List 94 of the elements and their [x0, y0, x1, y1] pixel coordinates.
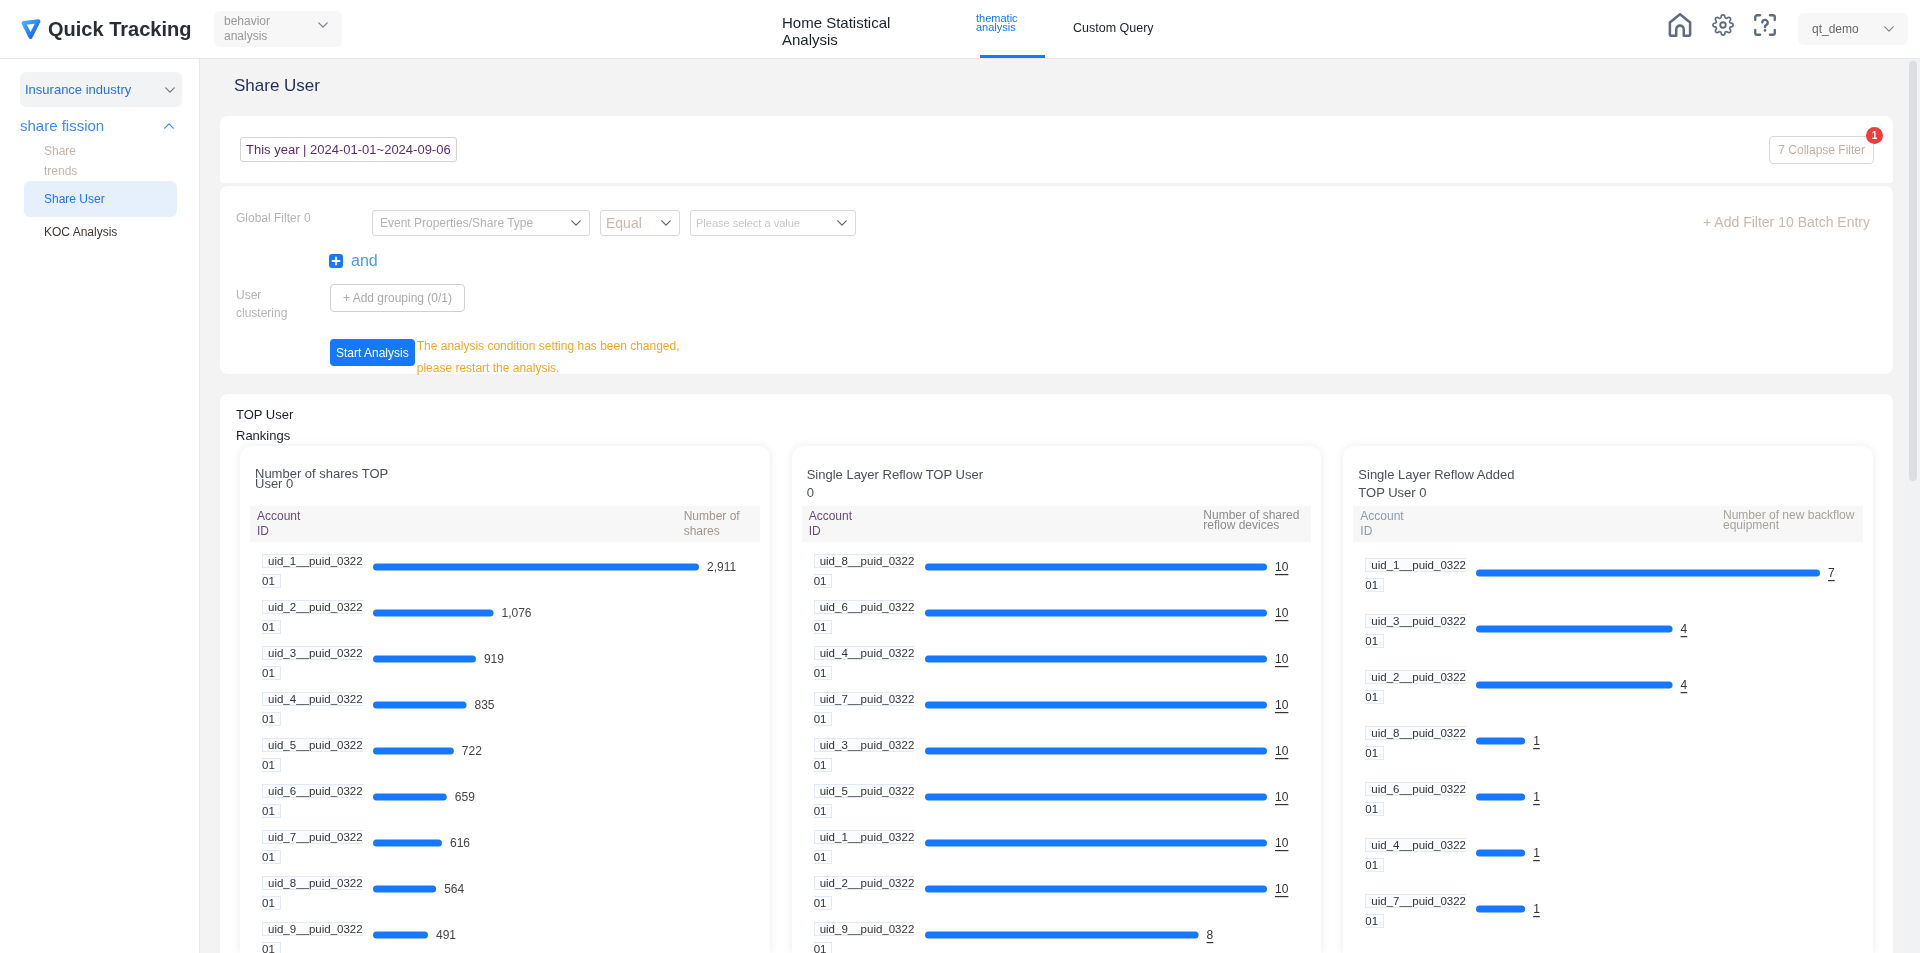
column-header: Number of new backflow equipment — [1723, 510, 1855, 530]
ranking-bar — [1476, 793, 1526, 801]
count-badge: 1 — [1866, 126, 1883, 144]
value-link[interactable]: 10 — [1274, 606, 1288, 620]
ranking-bar — [1476, 849, 1526, 857]
value-label: 2,911 — [707, 560, 737, 574]
account-id-tag: uid_7__puid_032201 — [1365, 891, 1469, 931]
value-label: 722 — [461, 744, 482, 758]
sidebar-item[interactable]: Share User — [24, 181, 177, 217]
plus-icon[interactable] — [329, 254, 343, 268]
date-range-field[interactable]: This year | 2024-01-01~2024-09-06 — [240, 137, 457, 162]
warning-text: The analysis condition setting has been changed, please restart the analysis. — [416, 338, 681, 377]
value-label: 616 — [450, 836, 470, 850]
account-id-tag: uid_3__puid_032201 — [262, 643, 365, 683]
account-id-tag: uid_4__puid_032201 — [1365, 835, 1469, 875]
value-link[interactable]: 10 — [1274, 836, 1288, 850]
account-id-tag: uid_4__puid_032201 — [262, 689, 365, 729]
chevron-up-icon — [164, 123, 174, 129]
account-id-tag: uid_8__puid_032201 — [1365, 723, 1469, 763]
value-link[interactable]: 7 — [1828, 566, 1835, 580]
user-menu[interactable]: qt_demo — [1798, 13, 1908, 45]
question-frame-icon[interactable] — [1754, 14, 1776, 36]
page-title: Share User — [233, 75, 321, 97]
value-label: 1,076 — [501, 606, 532, 620]
logo-icon — [20, 18, 42, 40]
account-id-tag: uid_2__puid_032201 — [262, 597, 365, 637]
industry-select[interactable]: Insurance industry — [20, 72, 182, 107]
account-id-tag: uid_1__puid_032201 — [813, 827, 917, 867]
account-id-tag: uid_7__puid_032201 — [813, 689, 917, 729]
card-title: Single Layer Reflow TOP User 0 — [806, 466, 984, 502]
chevron-down-icon — [571, 220, 581, 226]
column-header: Account ID — [257, 509, 302, 539]
column-header: Number of shares — [683, 509, 741, 539]
account-id-tag: uid_2__puid_032201 — [1365, 667, 1469, 707]
card-title: Number of shares TOP User 0 — [255, 466, 389, 489]
ranking-bar — [373, 931, 428, 939]
value-link[interactable]: 4 — [1680, 622, 1688, 636]
account-id-tag: uid_5__puid_032201 — [813, 781, 917, 821]
value-link[interactable]: 10 — [1274, 790, 1288, 804]
value-link[interactable]: 8 — [1206, 928, 1213, 942]
chevron-down-icon — [837, 220, 847, 226]
ranking-bar — [1476, 905, 1526, 913]
chevron-down-icon — [1884, 26, 1894, 32]
value-link[interactable]: 1 — [1533, 790, 1541, 804]
filter-label: Global Filter 0 — [236, 210, 312, 226]
chevron-down-icon — [318, 22, 328, 28]
section-title: TOP User Rankings — [236, 406, 295, 445]
column-header: Number of shared reflow devices — [1203, 510, 1301, 530]
value-label: 491 — [436, 928, 456, 942]
ranking-bar — [373, 839, 442, 847]
account-id-tag: uid_8__puid_032201 — [813, 551, 917, 591]
value-link[interactable]: 10 — [1274, 744, 1288, 758]
account-id-tag: uid_7__puid_032201 — [262, 827, 365, 867]
value-label: 919 — [483, 652, 504, 666]
nav-tab[interactable]: Home Statistical Analysis — [782, 0, 907, 58]
logo-text: Quick Tracking — [48, 17, 192, 42]
account-id-tag: uid_3__puid_032201 — [813, 735, 917, 775]
settings-icon[interactable] — [1712, 14, 1734, 36]
account-id-tag: uid_6__puid_032201 — [262, 781, 365, 821]
account-id-tag: uid_5__puid_032201 — [262, 735, 365, 775]
value-link[interactable]: 1 — [1533, 734, 1541, 748]
account-id-tag: uid_6__puid_032201 — [1365, 779, 1469, 819]
value-link[interactable]: 10 — [1274, 652, 1288, 666]
account-id-tag: uid_9__puid_032201 — [262, 919, 365, 953]
ranking-bar — [1476, 737, 1526, 745]
account-id-tag: uid_4__puid_032201 — [813, 643, 917, 683]
value-link[interactable]: 1 — [1533, 902, 1541, 916]
value-link[interactable]: 10 — [1274, 560, 1288, 574]
ranking-bar — [373, 885, 437, 893]
column-header: Account ID — [808, 509, 853, 539]
card-title: Single Layer Reflow Added TOP User 0 — [1358, 466, 1516, 502]
nav-tab[interactable]: Custom Query — [1073, 0, 1154, 58]
start-analysis-button[interactable]: Start Analysis — [330, 339, 415, 366]
account-id-tag: uid_6__puid_032201 — [813, 597, 917, 637]
account-id-tag: uid_3__puid_032201 — [1365, 611, 1469, 651]
account-id-tag: uid_8__puid_032201 — [262, 873, 365, 913]
chevron-down-icon — [165, 86, 175, 93]
value-label: 564 — [444, 882, 465, 896]
value-link[interactable]: 10 — [1274, 698, 1288, 712]
sidebar-item[interactable]: KOC Analysis — [24, 217, 177, 247]
account-id-tag: uid_9__puid_032201 — [813, 919, 917, 953]
column-header: Account ID — [1360, 509, 1405, 539]
account-id-tag: uid_2__puid_032201 — [813, 873, 917, 913]
value-link[interactable]: 10 — [1274, 882, 1288, 896]
account-id-tag: uid_1__puid_032201 — [262, 551, 365, 591]
value-label: 659 — [454, 790, 475, 804]
value-link[interactable]: 1 — [1533, 846, 1541, 860]
value-label: 835 — [474, 698, 495, 712]
value-link[interactable]: 4 — [1680, 678, 1688, 692]
account-id-tag: uid_1__puid_032201 — [1365, 555, 1469, 595]
filter-label: User clustering — [236, 287, 289, 322]
chevron-down-icon — [661, 220, 671, 226]
home-icon[interactable] — [1668, 13, 1692, 37]
nav-tab[interactable]: thematic analysis — [976, 0, 1048, 58]
